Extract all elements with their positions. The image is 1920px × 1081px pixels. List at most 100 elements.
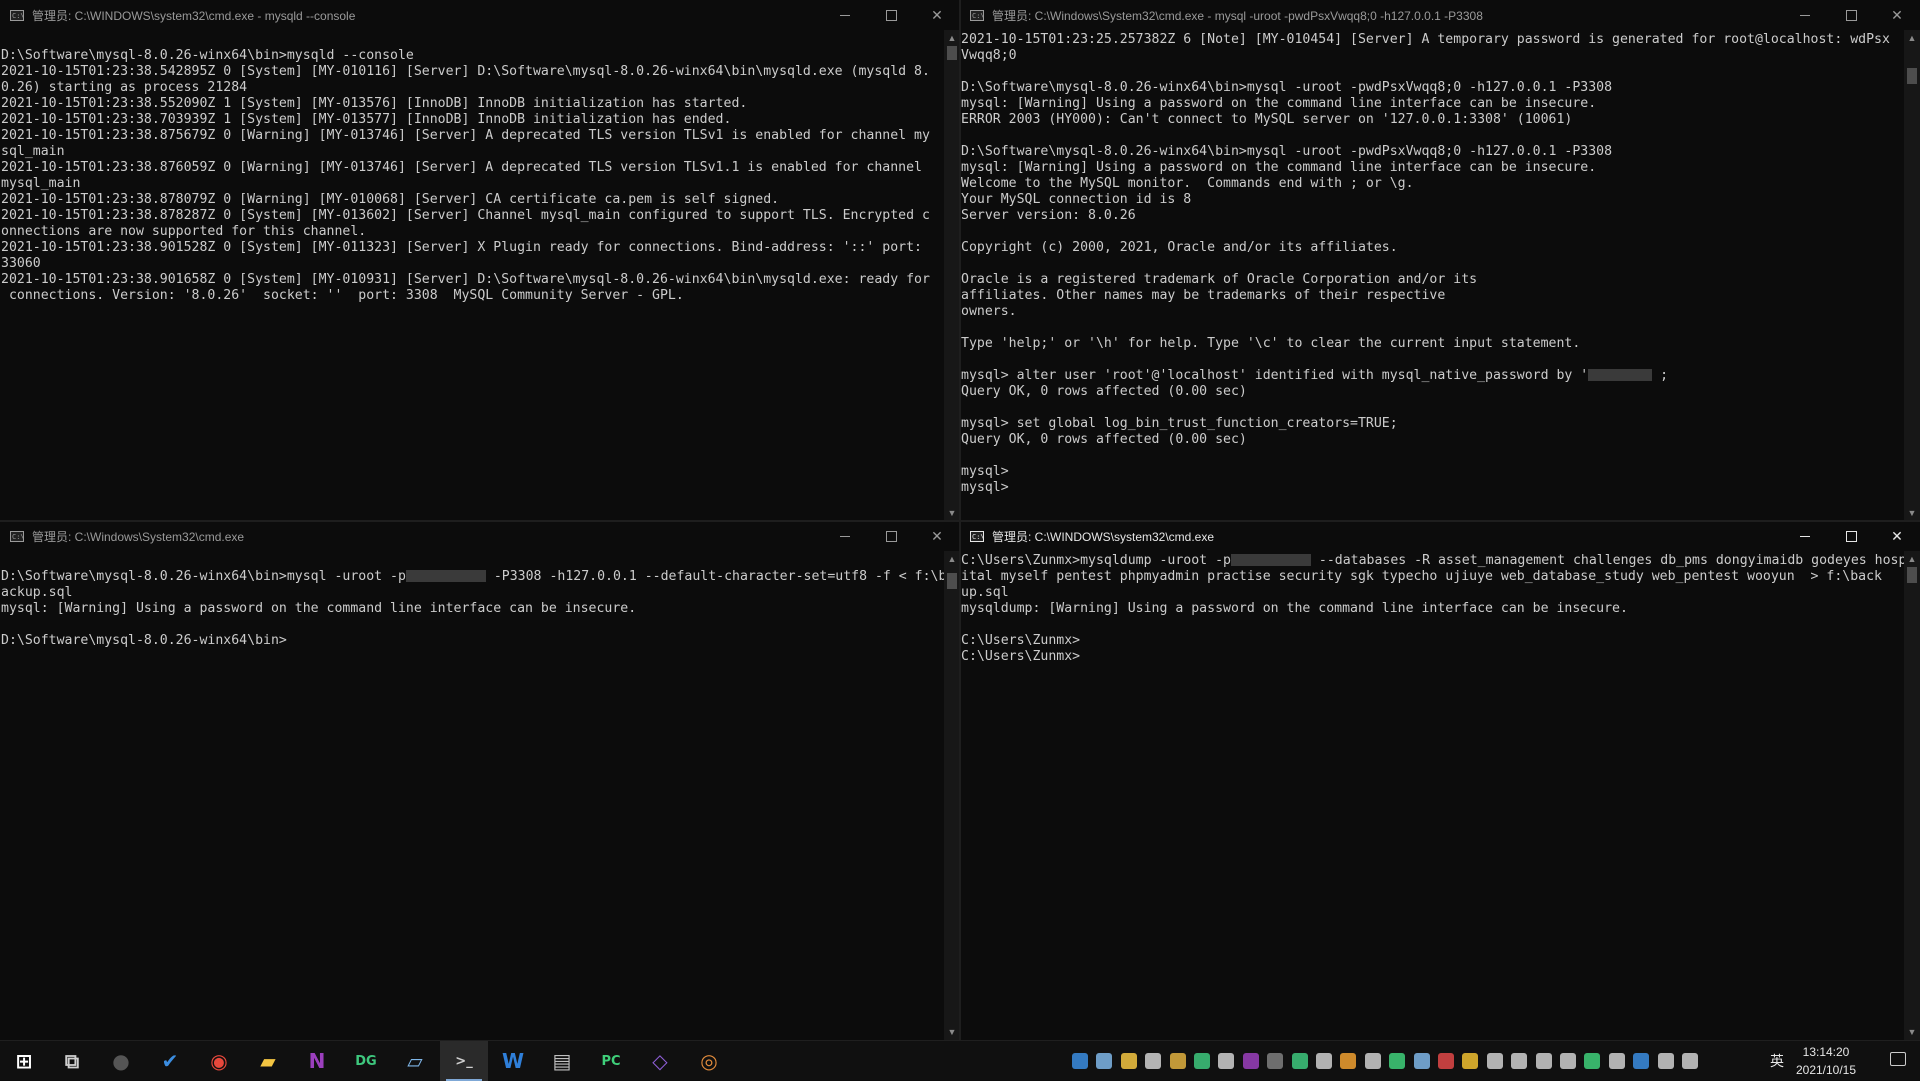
tray-app-icon[interactable] [1633,1053,1650,1069]
taskbar-word-app[interactable]: W [489,1041,537,1081]
console-output[interactable]: C:\Users\Zunmx>mysqldump -uroot -p --dat… [960,551,1904,1040]
tray-app-icon[interactable] [1291,1053,1308,1069]
tray-app-icon[interactable] [1120,1053,1137,1069]
maximize-button[interactable] [868,0,914,30]
cmd-window-mysqld[interactable]: C:\ 管理员: C:\WINDOWS\system32\cmd.exe - m… [0,0,960,521]
console-line-text: 2021-10-15T01:23:38.542895Z 0 [System] [… [1,64,930,79]
console-line: mysql: [Warning] Using a password on the… [961,96,1904,112]
close-button[interactable]: ✕ [914,521,960,551]
taskbar-chrome-app[interactable]: ◉ [195,1041,243,1081]
console-line: D:\Software\mysql-8.0.26-winx64\bin>mysq… [961,80,1904,96]
window-titlebar[interactable]: C:\ 管理员: C:\Windows\System32\cmd.exe - m… [960,0,1920,30]
taskbar-onenote-app[interactable]: N [293,1041,341,1081]
taskbar-datagrip-app[interactable]: DG [342,1041,390,1081]
scroll-up-arrow-icon[interactable]: ▲ [944,30,960,46]
tray-app-icon[interactable] [1364,1053,1381,1069]
vertical-scrollbar[interactable]: ▲ ▼ [944,30,960,521]
tray-app-icon[interactable] [1608,1053,1625,1069]
minimize-button[interactable] [1782,521,1828,551]
scroll-thumb[interactable] [947,573,957,589]
scroll-thumb[interactable] [1907,567,1917,583]
tray-app-icon[interactable] [1145,1053,1162,1069]
cmd-window-mysqldump[interactable]: C:\ 管理员: C:\WINDOWS\system32\cmd.exe ✕ C… [960,521,1920,1040]
console-output[interactable]: D:\Software\mysql-8.0.26-winx64\bin>mysq… [0,30,944,521]
console-output[interactable]: 2021-10-15T01:23:25.257382Z 6 [Note] [MY… [960,30,1904,521]
console-line: D:\Software\mysql-8.0.26-winx64\bin>mysq… [1,48,944,64]
taskbar-alienware-app[interactable]: ● [97,1041,145,1081]
taskbar-pycharm-app[interactable]: PC [587,1041,635,1081]
taskbar-clock[interactable]: 13:14:20 2021/10/15 [1786,1043,1866,1079]
minimize-button[interactable] [1782,0,1828,30]
taskbar-vs-app[interactable]: ◇ [636,1041,684,1081]
scroll-thumb[interactable] [947,46,957,60]
scroll-down-arrow-icon[interactable]: ▼ [1904,1024,1920,1040]
tray-app-icon[interactable] [1511,1053,1528,1069]
tray-app-icon[interactable] [1413,1053,1430,1069]
maximize-button[interactable] [868,521,914,551]
console-line: 2021-10-15T01:23:38.901658Z 0 [System] [… [1,272,944,288]
tray-app-icon[interactable] [1267,1053,1284,1069]
console-line-text: owners. [961,304,1017,319]
scroll-down-arrow-icon[interactable]: ▼ [944,505,960,521]
taskbar-app-circle[interactable]: ◎ [685,1041,733,1081]
console-line-text: mysql: [Warning] Using a password on the… [961,160,1597,175]
taskbar-todo-app[interactable]: ✔ [146,1041,194,1081]
tray-app-icon[interactable] [1218,1053,1235,1069]
tray-app-icon[interactable] [1462,1053,1479,1069]
maximize-button[interactable] [1828,521,1874,551]
ime-indicator[interactable]: 英 [1770,1051,1784,1071]
notification-icon[interactable] [1890,1052,1906,1066]
close-button[interactable]: ✕ [1874,0,1920,30]
tray-app-icon[interactable] [1194,1053,1210,1069]
scroll-up-arrow-icon[interactable]: ▲ [1904,551,1920,567]
cmd-window-mysql-client[interactable]: C:\ 管理员: C:\Windows\System32\cmd.exe - m… [960,0,1920,521]
taskbar-start-button[interactable]: ⊞ [0,1041,48,1081]
tray-app-icon[interactable] [1486,1053,1503,1069]
window-titlebar[interactable]: C:\ 管理员: C:\WINDOWS\system32\cmd.exe ✕ [960,521,1920,551]
console-line-text: mysql> [961,480,1009,495]
tray-app-icon[interactable] [1657,1053,1674,1069]
window-titlebar[interactable]: C:\ 管理员: C:\WINDOWS\system32\cmd.exe - m… [0,0,960,30]
console-line: 2021-10-15T01:23:38.875679Z 0 [Warning] … [1,128,944,144]
tray-app-icon[interactable] [1242,1053,1259,1069]
tray-app-icon[interactable] [1389,1053,1406,1069]
minimize-button[interactable] [822,0,868,30]
tray-app-icon[interactable] [1682,1053,1698,1069]
vertical-scrollbar[interactable]: ▲ ▼ [944,551,960,1040]
scroll-thumb[interactable] [1907,68,1917,84]
close-button[interactable]: ✕ [914,0,960,30]
tray-app-icon[interactable] [1560,1053,1576,1069]
tray-app-icon[interactable] [1584,1053,1601,1069]
console-line: C:\Users\Zunmx>mysqldump -uroot -p --dat… [961,553,1904,569]
cmd-window-restore[interactable]: C:\ 管理员: C:\Windows\System32\cmd.exe ✕ D… [0,521,960,1040]
scroll-down-arrow-icon[interactable]: ▼ [944,1024,960,1040]
console-line-text: 0.26) starting as process 21284 [1,80,248,95]
scroll-down-arrow-icon[interactable]: ▼ [1904,505,1920,521]
tray-app-icon[interactable] [1438,1053,1454,1069]
tray-app-icon[interactable] [1340,1053,1357,1069]
taskbar-notepad-app[interactable]: ▱ [391,1041,439,1081]
tray-app-icon[interactable] [1169,1053,1186,1069]
tray-app-icon[interactable] [1072,1053,1088,1069]
console-line-text: mysqldump: [Warning] Using a password on… [961,601,1628,616]
maximize-button[interactable] [1828,0,1874,30]
close-button[interactable]: ✕ [1874,521,1920,551]
tray-app-icon[interactable] [1096,1053,1113,1069]
taskbar-cmd-app[interactable]: >_ [440,1041,488,1081]
console-output[interactable]: D:\Software\mysql-8.0.26-winx64\bin>mysq… [0,551,944,1040]
window-titlebar[interactable]: C:\ 管理员: C:\Windows\System32\cmd.exe ✕ [0,521,960,551]
taskbar-task-view[interactable]: ⧉ [48,1041,96,1081]
scroll-up-arrow-icon[interactable]: ▲ [944,551,960,567]
tray-app-icon[interactable] [1535,1053,1552,1069]
console-line-text: Query OK, 0 rows affected (0.00 sec) [961,432,1247,447]
taskbar-remote-app[interactable]: ▤ [538,1041,586,1081]
vertical-scrollbar[interactable]: ▲ ▼ [1904,551,1920,1040]
console-line: Server version: 8.0.26 [961,208,1904,224]
scroll-up-arrow-icon[interactable]: ▲ [1904,30,1920,46]
minimize-button[interactable] [822,521,868,551]
vertical-scrollbar[interactable]: ▲ ▼ [1904,30,1920,521]
tray-app-icon[interactable] [1316,1053,1332,1069]
taskbar-explorer-app[interactable]: ▰ [244,1041,292,1081]
